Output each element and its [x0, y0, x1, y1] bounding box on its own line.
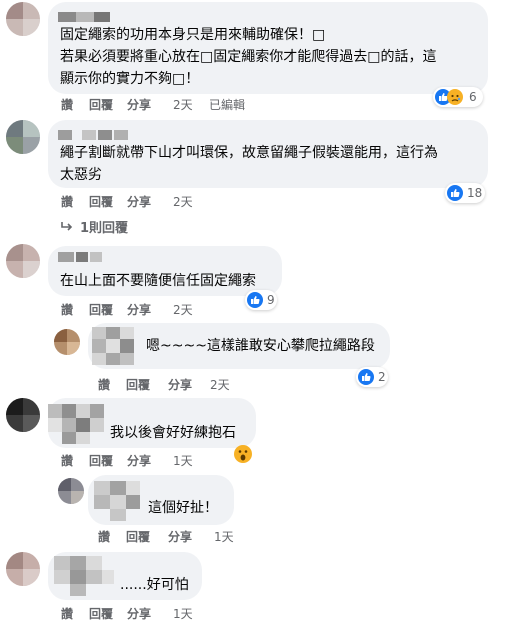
timestamp[interactable]: 1天: [173, 453, 193, 469]
comment-bubble: 我以後會好好練抱石: [48, 398, 256, 448]
like-icon: [447, 185, 463, 201]
timestamp[interactable]: 2天: [173, 97, 193, 113]
comment-text: 嗯~~~~這樣誰敢安心攀爬拉繩路段: [146, 338, 375, 354]
reaction-count: 9: [267, 293, 275, 307]
avatar[interactable]: [54, 329, 80, 355]
commenter-name[interactable]: [58, 252, 102, 262]
comment-actions: 讚 回覆 分享 2天 已編輯: [61, 97, 261, 113]
reply-arrow-icon: [61, 222, 73, 231]
comment-actions: 讚 回覆 分享 1天: [98, 529, 298, 545]
replies-count-label: 1則回覆: [80, 221, 129, 236]
reaction-count: 18: [467, 186, 483, 200]
avatar[interactable]: [6, 398, 40, 432]
comment-text: ......好可怕: [120, 577, 189, 593]
timestamp[interactable]: 2天: [210, 377, 230, 393]
timestamp[interactable]: 2天: [173, 302, 193, 318]
reply-button[interactable]: 回覆: [89, 302, 113, 318]
share-button[interactable]: 分享: [127, 97, 151, 113]
avatar[interactable]: [58, 478, 84, 504]
reply-button[interactable]: 回覆: [126, 529, 150, 545]
reply-button[interactable]: 回覆: [126, 377, 150, 393]
share-button[interactable]: 分享: [168, 377, 192, 393]
sad-icon: [447, 89, 463, 105]
comment-bubble: 這個好扯！: [88, 475, 234, 525]
reply-button[interactable]: 回覆: [89, 453, 113, 469]
commenter-name[interactable]: [58, 12, 110, 22]
commenter-name[interactable]: [58, 130, 128, 140]
commenter-name[interactable]: [48, 404, 104, 444]
avatar[interactable]: [6, 552, 40, 586]
reaction-count: 6: [469, 90, 477, 104]
share-button[interactable]: 分享: [127, 453, 151, 469]
like-button[interactable]: 讚: [61, 606, 73, 622]
comment-bubble: 固定繩索的功用本身只是用來輔助確保！□ 若果必須要將重心放在□固定繩索你才能爬得…: [48, 2, 488, 94]
comment-text: 繩子割斷就帶下山才叫環保，故意留繩子假裝還能用，這行為 太惡劣: [60, 145, 438, 183]
comment-text: 我以後會好好練抱石: [110, 425, 236, 441]
avatar[interactable]: [6, 120, 40, 154]
reaction-summary[interactable]: 2: [356, 367, 388, 387]
like-button[interactable]: 讚: [61, 97, 73, 113]
like-button[interactable]: 讚: [61, 453, 73, 469]
timestamp[interactable]: 2天: [173, 194, 193, 210]
share-button[interactable]: 分享: [127, 302, 151, 318]
commenter-name[interactable]: [54, 556, 114, 596]
reaction-summary[interactable]: 6: [433, 87, 483, 107]
commenter-name[interactable]: [94, 481, 144, 521]
comment-actions: 讚 回覆 分享 2天: [98, 377, 298, 393]
like-button[interactable]: 讚: [98, 377, 110, 393]
edited-label: 已編輯: [209, 98, 246, 112]
like-icon: [358, 369, 374, 385]
comment-actions: 讚 回覆 分享 2天: [61, 194, 261, 210]
like-button[interactable]: 讚: [61, 194, 73, 210]
comment-text: 在山上面不要隨便信任固定繩索: [60, 273, 256, 289]
reaction-count: 2: [378, 370, 386, 384]
commenter-name[interactable]: [92, 327, 142, 365]
timestamp[interactable]: 1天: [214, 529, 234, 545]
comment-actions: 讚 回覆 分享 2天: [61, 302, 261, 318]
comment-text: 固定繩索的功用本身只是用來輔助確保！□ 若果必須要將重心放在□固定繩索你才能爬得…: [60, 27, 437, 87]
comment-bubble: ......好可怕: [48, 552, 202, 600]
comment-text: 這個好扯！: [148, 500, 218, 516]
avatar[interactable]: [6, 244, 40, 278]
reaction-summary[interactable]: 18: [445, 183, 485, 203]
view-replies-link[interactable]: 1則回覆: [60, 217, 128, 236]
comment-bubble: 繩子割斷就帶下山才叫環保，故意留繩子假裝還能用，這行為 太惡劣: [48, 120, 488, 188]
like-button[interactable]: 讚: [61, 302, 73, 318]
reply-button[interactable]: 回覆: [89, 194, 113, 210]
comment-actions: 讚 回覆 分享 1天: [61, 606, 261, 622]
share-button[interactable]: 分享: [127, 606, 151, 622]
like-button[interactable]: 讚: [98, 529, 110, 545]
comment-actions: 讚 回覆 分享 1天: [61, 453, 261, 469]
reply-button[interactable]: 回覆: [89, 97, 113, 113]
reply-button[interactable]: 回覆: [89, 606, 113, 622]
share-button[interactable]: 分享: [168, 529, 192, 545]
avatar[interactable]: [6, 2, 40, 36]
timestamp[interactable]: 1天: [173, 606, 193, 622]
comment-bubble: 在山上面不要隨便信任固定繩索: [48, 246, 282, 296]
comment-bubble: 嗯~~~~這樣誰敢安心攀爬拉繩路段: [88, 323, 390, 369]
share-button[interactable]: 分享: [127, 194, 151, 210]
